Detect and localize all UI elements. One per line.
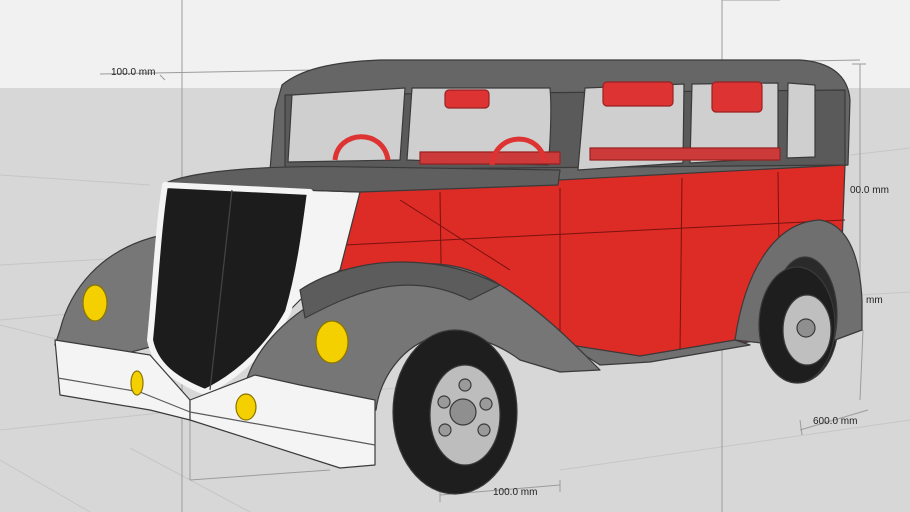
- dimension-label-top-left[interactable]: 100.0 mm: [111, 67, 155, 79]
- dimension-label-right-mid[interactable]: mm: [866, 295, 883, 307]
- rear-hub-cap: [796, 318, 816, 338]
- modeling-viewport[interactable]: 100.0 mm 00.0 mm mm 600.0 mm 100.0 mm: [0, 0, 910, 512]
- seat-headrest: [602, 81, 674, 107]
- fog-lamp-right[interactable]: [235, 393, 257, 421]
- seat-headrest: [711, 81, 763, 113]
- fog-lamp-left[interactable]: [130, 370, 144, 396]
- seat-row: [589, 147, 781, 161]
- dimension-label-right-height[interactable]: 00.0 mm: [850, 185, 889, 197]
- seat-headrest: [444, 89, 490, 109]
- headlamp-left[interactable]: [82, 284, 108, 322]
- front-hub-cap: [449, 398, 477, 426]
- dimension-label-right-bottom[interactable]: 600.0 mm: [813, 416, 857, 428]
- headlamp-right[interactable]: [315, 320, 349, 364]
- window-side-3[interactable]: [786, 82, 816, 159]
- dimension-label-bottom-center[interactable]: 100.0 mm: [493, 487, 537, 499]
